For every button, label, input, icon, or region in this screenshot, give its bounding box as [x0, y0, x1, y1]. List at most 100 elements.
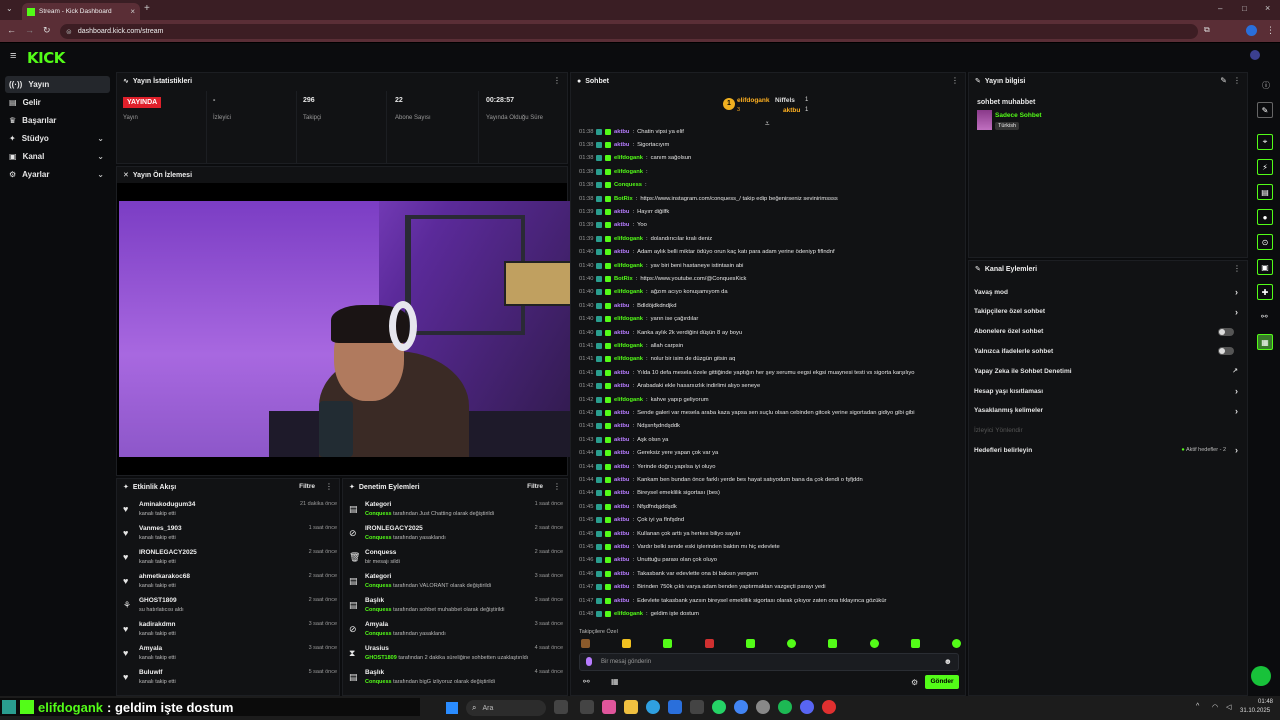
- chat-username[interactable]: aktbu: [614, 571, 629, 577]
- chat-message[interactable]: 01:45 aktbu: Çok iyi ya flnfşdnd: [579, 514, 959, 527]
- chat-username[interactable]: aktbu: [614, 584, 629, 590]
- rail-button-8[interactable]: ▦: [1257, 334, 1273, 350]
- tray-chevron-icon[interactable]: ^: [1196, 703, 1199, 710]
- chat-message[interactable]: 01:44 aktbu: Kankam ben bundan önce farklı…: [579, 473, 959, 486]
- chat-username[interactable]: aktbu: [614, 383, 629, 389]
- moderation-subject[interactable]: Conquess: [365, 549, 396, 556]
- chat-username[interactable]: elifdogank: [614, 397, 643, 403]
- rail-button-7[interactable]: ✚: [1257, 284, 1273, 300]
- user-avatar[interactable]: [1250, 50, 1260, 60]
- activity-username[interactable]: Amyala: [139, 645, 162, 652]
- rail-button-2[interactable]: ⚡: [1257, 159, 1273, 175]
- moderation-actor[interactable]: GHOST1809: [365, 655, 397, 661]
- emote-icon[interactable]: [787, 639, 797, 648]
- chat-username[interactable]: elifdogank: [614, 316, 643, 322]
- activity-row[interactable]: ♥ Vanmes_1903 kanalı takip etti 1 saat önce: [123, 525, 337, 547]
- chat-message[interactable]: 01:42 aktbu: Arabadaki ekle hasarsızlık in…: [579, 380, 959, 393]
- chat-message[interactable]: 01:44 aktbu: Gereksiz yere yapan çok var y…: [579, 447, 959, 460]
- toggle-switch[interactable]: [1218, 347, 1234, 356]
- taskbar-app-icon[interactable]: [602, 700, 616, 714]
- wifi-icon[interactable]: ◠: [1212, 703, 1218, 711]
- chat-message[interactable]: 01:40 aktbu: Bdldöjdkdndjkd: [579, 299, 959, 312]
- chat-message[interactable]: 01:38 aktbu: Sigortacıyım: [579, 138, 959, 151]
- activity-row[interactable]: ♥ IRONLEGACY2025 kanalı takip etti 2 saat ö…: [123, 549, 337, 571]
- toggle-switch[interactable]: [1218, 327, 1234, 336]
- chat-username[interactable]: aktbu: [614, 437, 629, 443]
- chat-message[interactable]: 01:46 aktbu: Takasbank var edevlette ona b…: [579, 567, 959, 580]
- chat-username[interactable]: aktbu: [614, 209, 629, 215]
- kebab-menu-icon[interactable]: ⋮: [1233, 264, 1241, 273]
- sidebar-item-gelir[interactable]: ▤ Gelir: [5, 94, 110, 111]
- channel-action-6[interactable]: Yasaklanmış kelimeler ›: [974, 402, 1244, 420]
- spotify-icon[interactable]: [778, 700, 792, 714]
- chat-username[interactable]: aktbu: [614, 423, 629, 429]
- category-thumbnail[interactable]: [977, 110, 992, 130]
- chat-username[interactable]: elifdogank: [614, 356, 643, 362]
- emote-icon[interactable]: [951, 639, 961, 648]
- channel-action-4[interactable]: Yapay Zeka ile Sohbet Denetimi ↗: [974, 362, 1244, 380]
- help-chat-button[interactable]: [1251, 666, 1271, 686]
- moderation-subject[interactable]: Urasius: [365, 645, 389, 652]
- moderation-subject[interactable]: Kategori: [365, 573, 391, 580]
- taskbar-app-icon[interactable]: [580, 700, 594, 714]
- moderation-actor[interactable]: Conquess: [365, 631, 392, 637]
- whatsapp-icon[interactable]: [712, 700, 726, 714]
- activity-username[interactable]: Buluwlf: [139, 669, 162, 676]
- chat-message[interactable]: 01:42 aktbu: Sende galeri var mesela araba…: [579, 406, 959, 419]
- kebab-menu-icon[interactable]: ⋮: [951, 76, 959, 85]
- chat-message[interactable]: 01:43 aktbu: Aşk olsın ya: [579, 433, 959, 446]
- chat-message[interactable]: 01:40 aktbu: Kanka aylık 2k verdiğini düşü…: [579, 326, 959, 339]
- activity-row[interactable]: ♥ ahmetkarakoc68 kanalı takip etti 2 saat ö…: [123, 573, 337, 595]
- chat-username[interactable]: elifdogank: [614, 169, 643, 175]
- moderation-subject[interactable]: Başlık: [365, 669, 384, 676]
- url-field[interactable]: ⊜ dashboard.kick.com/stream: [60, 24, 1198, 39]
- chat-username[interactable]: aktbu: [614, 531, 629, 537]
- clock-date[interactable]: 31.10.2025: [1240, 708, 1270, 714]
- chat-username[interactable]: elifdogank: [614, 289, 643, 295]
- taskbar-app-icon[interactable]: [668, 700, 682, 714]
- browser-tab[interactable]: Stream - Kick Dashboard ×: [22, 3, 140, 20]
- tab-search-icon[interactable]: ⌄: [6, 4, 13, 13]
- chat-username[interactable]: aktbu: [614, 544, 629, 550]
- moderation-subject[interactable]: Amyala: [365, 621, 388, 628]
- chat-username[interactable]: aktbu: [614, 477, 629, 483]
- chat-username[interactable]: BotRix: [614, 276, 633, 282]
- chat-username[interactable]: Conquess: [614, 182, 642, 188]
- chat-username[interactable]: aktbu: [614, 249, 629, 255]
- chat-message[interactable]: 01:41 aktbu: Yılda 10 defa mesela özele gi…: [579, 366, 959, 379]
- edit-icon[interactable]: ✎: [1220, 76, 1227, 85]
- activity-row[interactable]: ♥ Buluwlf kanalı takip etti 5 saat önce: [123, 669, 337, 691]
- kebab-menu-icon[interactable]: ⋮: [325, 482, 333, 491]
- chat-message[interactable]: 01:41 elifdogank: allah carpsin: [579, 339, 959, 352]
- activity-username[interactable]: Aminakodugum34: [139, 501, 195, 508]
- browser-menu-icon[interactable]: ⋮: [1266, 25, 1275, 36]
- maximize-icon[interactable]: □: [1242, 4, 1247, 13]
- chat-username[interactable]: aktbu: [614, 557, 629, 563]
- moderation-row[interactable]: ▤ Başlık Conquess tarafından bigG izliyoru…: [349, 669, 563, 691]
- chat-message[interactable]: 01:48 elifdogank: geldim işte dostum: [579, 607, 959, 620]
- chat-username[interactable]: aktbu: [614, 330, 629, 336]
- volume-icon[interactable]: ◁: [1226, 703, 1231, 711]
- moderation-row[interactable]: ▤ Kategori Conquess tarafından VALORANT ol…: [349, 573, 563, 595]
- edge-icon[interactable]: [646, 700, 660, 714]
- emote-icon[interactable]: [828, 639, 838, 648]
- emote-icon[interactable]: [910, 639, 920, 648]
- moderation-actor[interactable]: Conquess: [365, 607, 392, 613]
- close-tab-icon[interactable]: ×: [130, 7, 135, 16]
- moderation-subject[interactable]: Başlık: [365, 597, 384, 604]
- chat-message[interactable]: 01:39 elifdogank: dolandırıcılar kralı den…: [579, 232, 959, 245]
- rail-button-1[interactable]: ⌖: [1257, 134, 1273, 150]
- sidebar-item-ayarlar[interactable]: ⚙ Ayarlar ⌄: [5, 166, 110, 183]
- chat-username[interactable]: elifdogank: [614, 236, 643, 242]
- channel-action-2[interactable]: Abonelere özel sohbet: [974, 323, 1244, 341]
- reload-icon[interactable]: ↻: [43, 25, 51, 36]
- chat-message[interactable]: 01:47 aktbu: Birinden 750k çıktı varya ada…: [579, 581, 959, 594]
- emote-icon[interactable]: [581, 639, 590, 648]
- emoji-icon[interactable]: ☻: [944, 657, 952, 666]
- taskbar-search[interactable]: ⌕ Ara: [466, 700, 546, 716]
- activity-row[interactable]: ⚘ GHOST1809 su hatırlatıcısı aldı 2 saat ön…: [123, 597, 337, 619]
- file-explorer-icon[interactable]: [624, 700, 638, 714]
- taskbar-app-icon[interactable]: [822, 700, 836, 714]
- chat-message[interactable]: 01:40 aktbu: Adam aylık belli miktar ödüyo…: [579, 246, 959, 259]
- moderation-subject[interactable]: Kategori: [365, 501, 391, 508]
